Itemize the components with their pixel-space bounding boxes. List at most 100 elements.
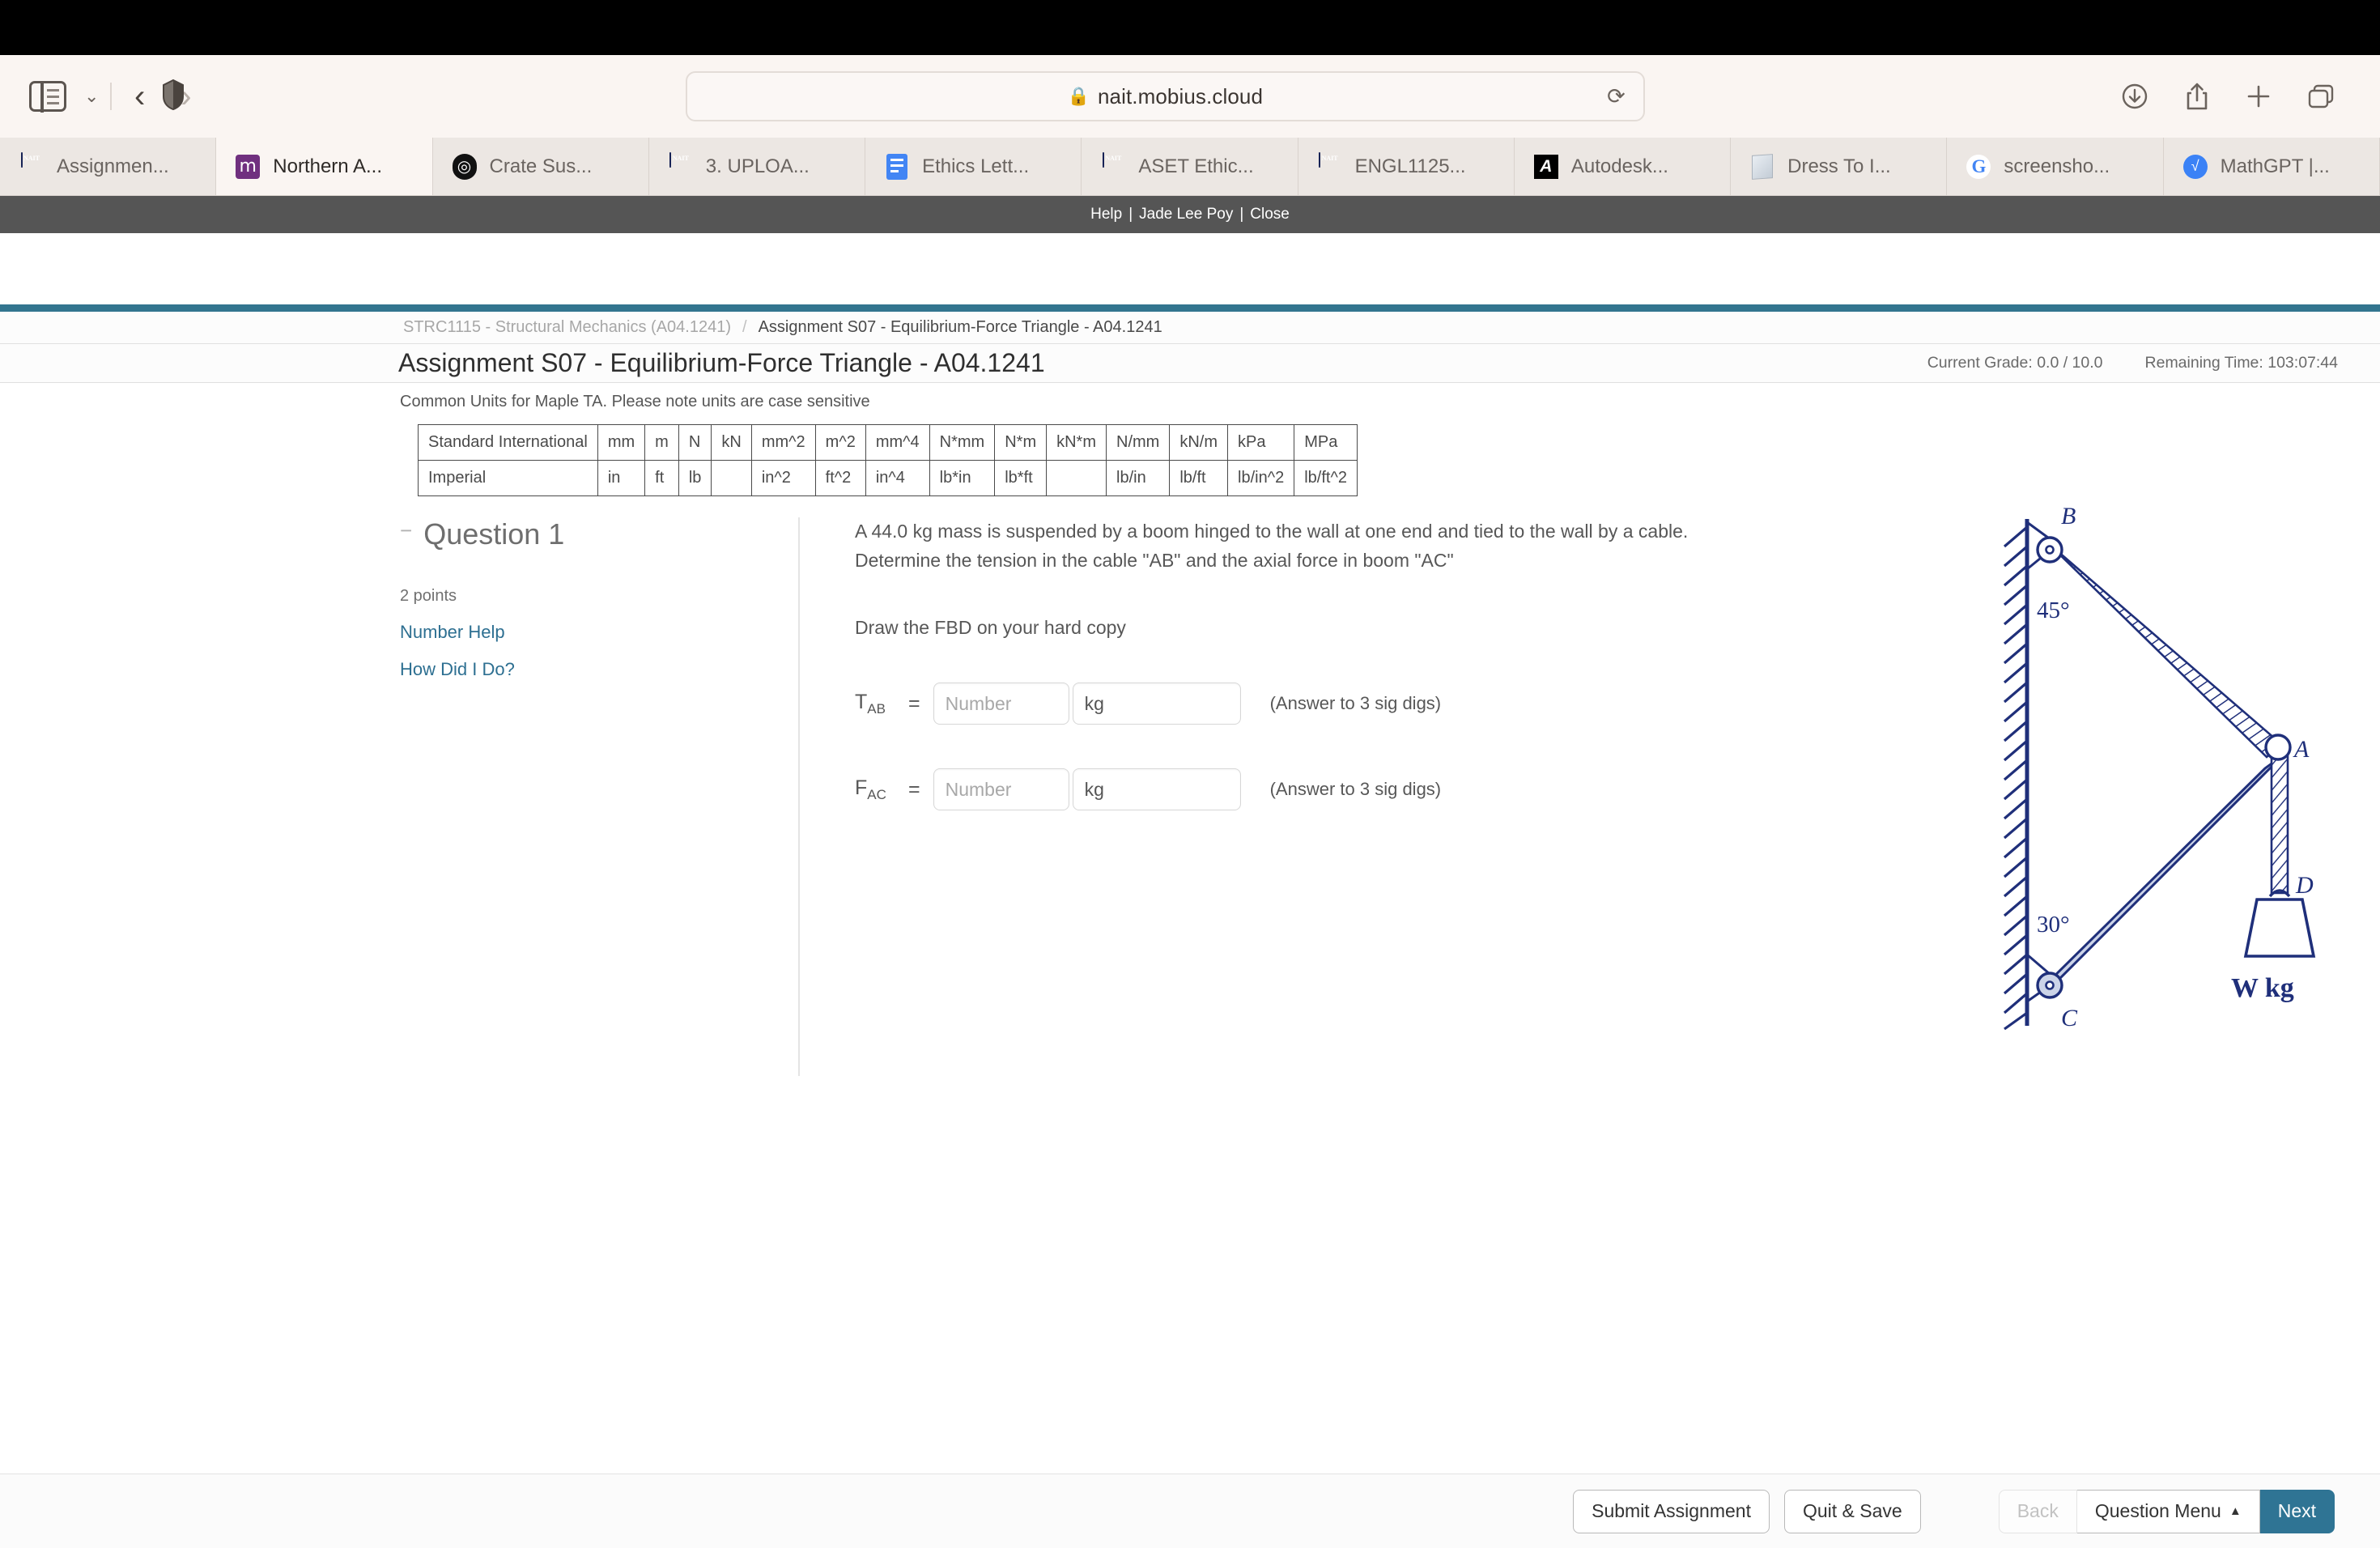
question-menu-label: Question Menu [2094,1500,2221,1521]
unit-cell: lb [678,460,712,496]
back-button[interactable]: Back [1998,1489,2077,1533]
breadcrumb-course-link[interactable]: STRC1115 - Structural Mechanics (A04.124… [403,318,731,337]
browser-tab-6[interactable]: NAIT ASET Ethic... [1082,138,1298,195]
assignment-header: Assignment S07 - Equilibrium-Force Trian… [0,344,2380,383]
tab-label: ASET Ethic... [1138,155,1254,177]
crate-icon: ◎ [452,153,477,181]
browser-tab-5[interactable]: Ethics Lett... [865,138,1082,195]
action-bar: Submit Assignment Quit & Save Back Quest… [0,1474,2380,1548]
collapse-toggle-icon[interactable]: − [400,520,412,541]
question-prompt: A 44.0 kg mass is suspended by a boom hi… [855,521,1689,571]
number-help-link[interactable]: Number Help [400,622,788,643]
unit-cell: kN/m [1169,424,1228,461]
accent-rule [0,304,2380,312]
question-body: A 44.0 kg mass is suspended by a boom hi… [800,503,2380,1076]
figure-angle-bottom: 30° [2037,912,2070,938]
answer-input-tab[interactable] [933,683,1069,725]
quit-and-save-button[interactable]: Quit & Save [1783,1489,1921,1533]
tab-label: Northern A... [273,155,382,177]
browser-tab-11[interactable]: √ MathGPT |... [2163,138,2380,195]
browser-tab-9[interactable]: Dress To I... [1731,138,1948,195]
unit-cell: m^2 [814,424,866,461]
question-sidebar: − Question 1 2 points Number Help How Di… [0,517,800,1076]
unit-cell: in^4 [865,460,930,496]
question-menu-button[interactable]: Question Menu ▲ [2076,1489,2260,1533]
topbar-separator-2: | [1239,206,1244,223]
browser-tab-3[interactable]: ◎ Crate Sus... [432,138,649,195]
share-icon[interactable] [2184,82,2210,111]
browser-tab-4[interactable]: NAIT 3. UPLOA... [648,138,866,195]
mathgpt-icon: √ [2182,153,2208,181]
question-points: 2 points [400,587,457,605]
sidebar-toggle-icon[interactable] [29,80,66,113]
browser-tab-8[interactable]: A Autodesk... [1514,138,1732,195]
nait-shield-icon: NAIT [19,151,44,181]
unit-cell: kPa [1226,424,1295,461]
unit-cell: MPa [1294,424,1358,461]
browser-tab-10[interactable]: G screensho... [1947,138,2164,195]
mobius-top-bar: Help | Jade Lee Poy | Close [0,196,2380,233]
unit-cell: N*mm [929,424,996,461]
window-titlebar [0,0,2380,55]
assignment-meta: Current Grade: 0.0 / 10.0 Remaining Time… [1927,354,2338,372]
tab-strip: NAIT Assignmen... m Northern A... ◎ Crat… [0,138,2380,196]
privacy-shield-icon[interactable] [161,79,185,115]
autodesk-icon: A [1533,153,1558,181]
toolbar-divider [110,83,112,110]
tab-label: Dress To I... [1787,155,1891,177]
page-content: Help | Jade Lee Poy | Close STRC1115 - S… [0,196,2380,1548]
breadcrumb-current-link[interactable]: Assignment S07 - Equilibrium-Force Trian… [759,318,1162,337]
tab-label: Assignmen... [57,155,169,177]
breadcrumb-separator: / [742,318,747,336]
tab-label: 3. UPLOA... [705,155,810,177]
topbar-separator-1: | [1128,206,1133,223]
mobius-m-icon: m [236,153,261,181]
download-icon[interactable] [2121,83,2148,110]
unit-cell [711,460,752,496]
toolbar-right-group [2121,82,2380,111]
unit-cell: lb/ft^2 [1294,460,1358,496]
chevron-left-icon[interactable]: ‹ [117,79,163,115]
common-units-table: Standard International mm m N kN mm^2 m^… [418,424,1358,496]
answer-unit-tab[interactable] [1072,683,1241,725]
unit-cell: m [644,424,679,461]
url-bar[interactable]: 🔒 nait.mobius.cloud ⟳ [685,71,1645,121]
figure-weight-label: W kg [2231,973,2294,1003]
current-grade: Current Grade: 0.0 / 10.0 [1927,354,2103,372]
equals-sign: = [908,691,920,715]
browser-tab-7[interactable]: NAIT ENGL1125... [1298,138,1515,195]
unit-cell: in [597,460,646,496]
user-name-link[interactable]: Jade Lee Poy [1139,206,1233,223]
google-docs-icon [885,153,909,181]
answer-hint-fac: (Answer to 3 sig digs) [1269,779,1442,800]
submit-assignment-button[interactable]: Submit Assignment [1573,1489,1770,1533]
answer-unit-fac[interactable] [1072,768,1241,811]
how-did-i-do-link[interactable]: How Did I Do? [400,659,788,680]
url-text: nait.mobius.cloud [1097,83,1264,108]
answer-input-fac[interactable] [933,768,1069,811]
browser-tab-1[interactable]: NAIT Assignmen... [0,138,217,195]
unit-cell: kN*m [1046,424,1107,461]
table-row-imperial: Imperial in ft lb in^2 ft^2 in^4 lb*in l… [418,460,1358,496]
page-title: Assignment S07 - Equilibrium-Force Trian… [398,348,1045,377]
figure-angle-top: 45° [2037,598,2070,623]
tab-overview-icon[interactable] [2307,83,2335,109]
unit-cell [1046,460,1107,496]
tab-label: Autodesk... [1570,155,1668,177]
tab-label: ENGL1125... [1354,155,1466,177]
next-button[interactable]: Next [2259,1489,2335,1533]
help-link[interactable]: Help [1090,206,1122,223]
chevron-down-icon[interactable]: ⌄ [84,86,99,107]
figure-label-A: A [2293,736,2310,763]
boom-and-cable-free-body-diagram: B A C D 45° 30° W kg [1993,503,2317,1043]
nait-shield-icon: NAIT [1101,151,1125,181]
unit-cell: ft^2 [814,460,866,496]
reload-icon[interactable]: ⟳ [1607,84,1626,109]
browser-tab-2[interactable]: m Northern A... [216,138,433,195]
browser-window: ⌄ ‹ › 🔒 nait.mobius.cloud ⟳ NAIT Assignm… [0,0,2380,1548]
question-title: Question 1 [423,517,565,551]
answer-symbol-fac: FAC [855,776,886,802]
close-link[interactable]: Close [1250,206,1290,223]
plus-icon[interactable] [2246,83,2272,109]
unit-cell: ft [644,460,679,496]
